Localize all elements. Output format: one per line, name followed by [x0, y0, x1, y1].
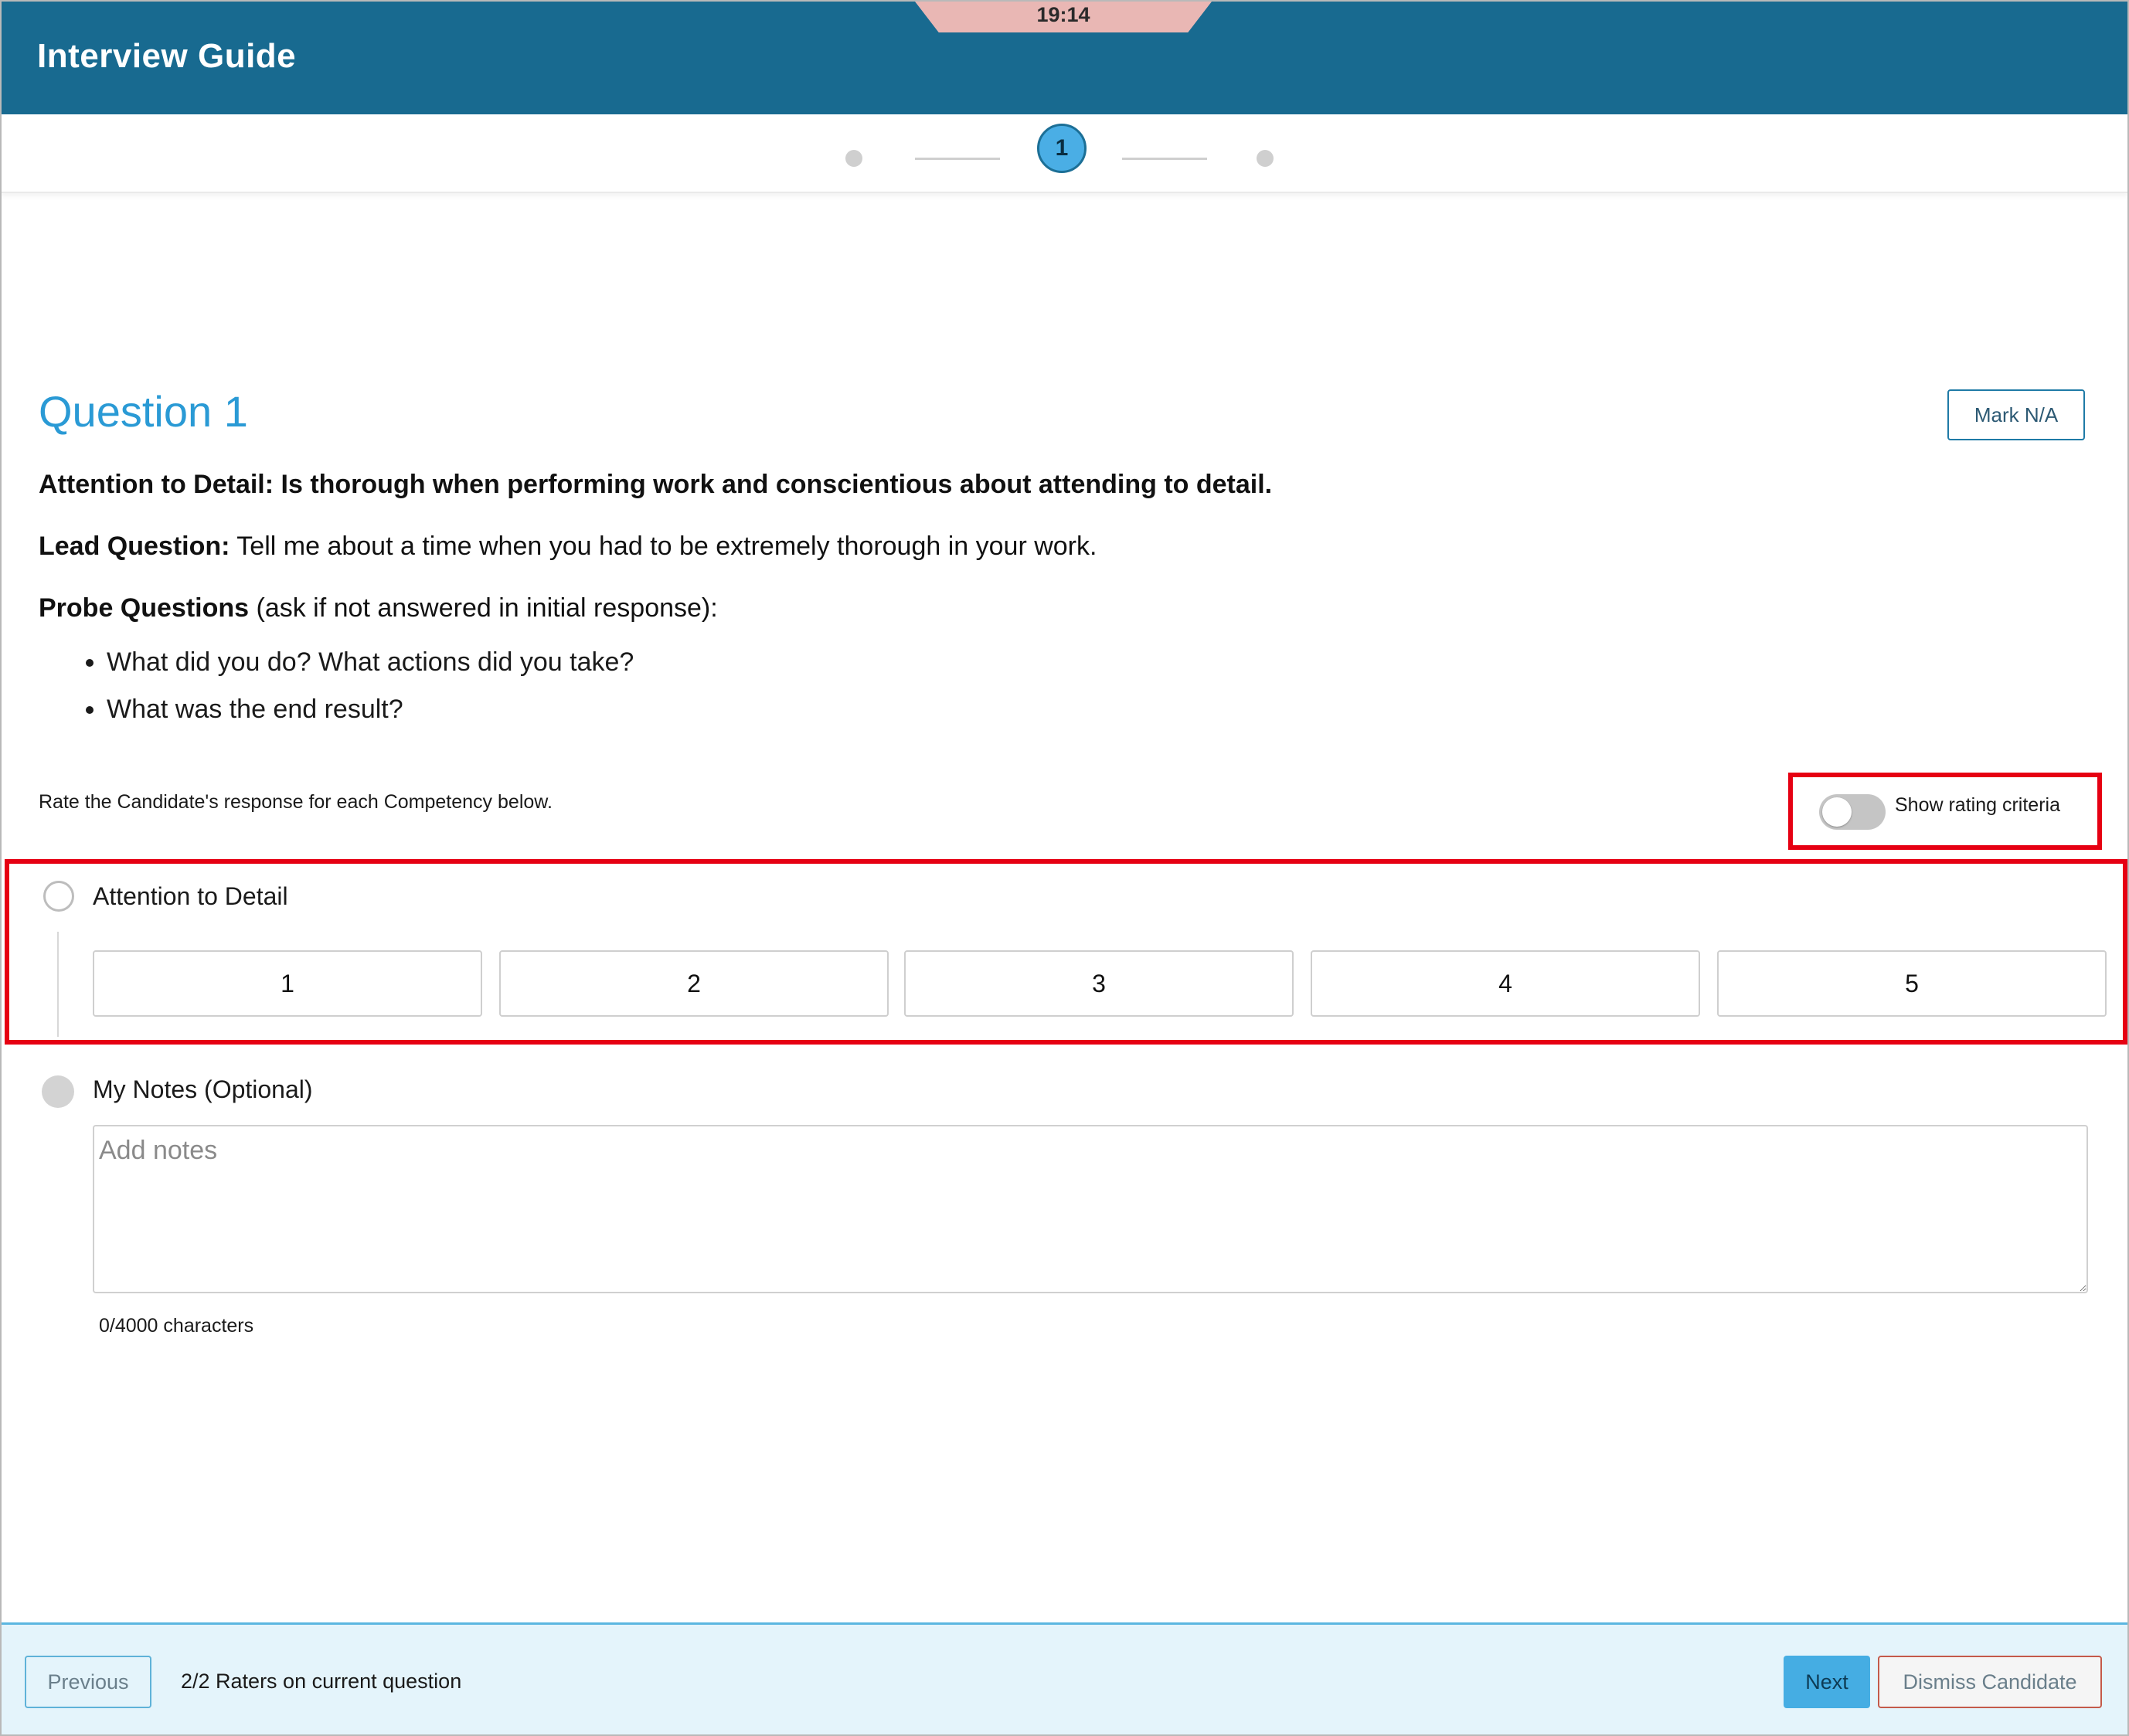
rating-button-2[interactable]: 2 [499, 950, 889, 1017]
app-title: Interview Guide [37, 37, 297, 75]
raters-status: 2/2 Raters on current question [181, 1670, 462, 1693]
probe-item: What did you do? What actions did you ta… [107, 647, 634, 678]
step-connector [915, 158, 1000, 160]
competency-statement: Attention to Detail: Is thorough when pe… [39, 470, 1273, 499]
footer-bar: Previous 2/2 Raters on current question … [2, 1622, 2127, 1734]
rating-button-5[interactable]: 5 [1717, 950, 2107, 1017]
competency-status-radio [43, 881, 74, 912]
probe-questions-label: Probe Questions [39, 593, 250, 623]
lead-question-text: Tell me about a time when you had to be … [230, 532, 1097, 561]
step-dot-next[interactable] [1257, 150, 1274, 167]
question-title: Question 1 [39, 387, 248, 436]
probe-item: What was the end result? [107, 695, 634, 725]
question-stepper: 1 [2, 114, 2127, 193]
timer-display: 19:14 [1036, 3, 1090, 26]
dismiss-candidate-button[interactable]: Dismiss Candidate [1878, 1656, 2102, 1708]
step-current[interactable]: 1 [1037, 124, 1087, 173]
probe-list: What did you do? What actions did you ta… [39, 647, 634, 742]
show-rating-criteria-toggle[interactable] [1819, 794, 1886, 830]
notes-label: My Notes (Optional) [93, 1075, 313, 1103]
show-rating-criteria-label: Show rating criteria [1895, 794, 2060, 816]
probe-questions-note: (ask if not answered in initial response… [249, 593, 718, 623]
probe-questions-intro: Probe Questions (ask if not answered in … [39, 593, 718, 623]
toggle-knob [1822, 797, 1852, 827]
rating-button-1[interactable]: 1 [93, 950, 482, 1017]
notes-char-count: 0/4000 characters [99, 1315, 254, 1337]
rating-button-3[interactable]: 3 [904, 950, 1294, 1017]
next-button[interactable]: Next [1784, 1656, 1870, 1708]
mark-na-button[interactable]: Mark N/A [1947, 389, 2085, 440]
notes-textarea[interactable] [93, 1125, 2088, 1293]
rating-instruction: Rate the Candidate's response for each C… [39, 791, 553, 813]
step-dot-previous[interactable] [845, 150, 862, 167]
notes-status-dot [42, 1075, 74, 1108]
rating-button-4[interactable]: 4 [1311, 950, 1700, 1017]
competency-divider [57, 932, 59, 1037]
competency-name: Attention to Detail [93, 882, 288, 910]
app-window: Interview Guide 19:14 1 Question 1 Mark … [0, 0, 2129, 1736]
step-connector [1122, 158, 1207, 160]
lead-question-label: Lead Question: [39, 532, 230, 561]
previous-button[interactable]: Previous [25, 1656, 151, 1708]
lead-question: Lead Question: Tell me about a time when… [39, 532, 1097, 562]
